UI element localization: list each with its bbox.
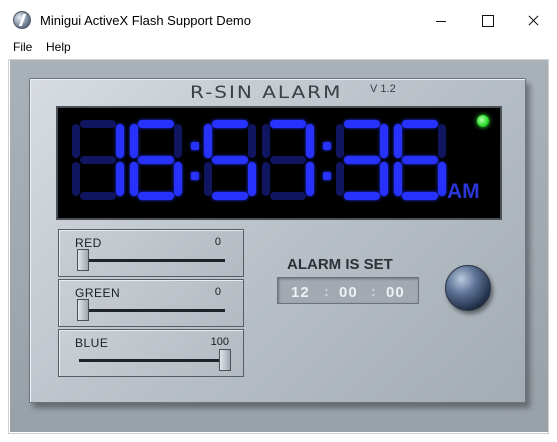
red-label: RED	[75, 236, 102, 250]
menu-file[interactable]: File	[13, 40, 32, 54]
time-colon	[322, 120, 332, 200]
close-button[interactable]	[510, 0, 556, 40]
title-bar: Minigui ActiveX Flash Support Demo	[0, 0, 557, 40]
time-digit	[130, 120, 182, 200]
maximize-button[interactable]	[464, 0, 510, 40]
red-slider-box: RED 0	[58, 229, 244, 277]
alarm-separator: :	[371, 283, 376, 299]
flash-icon	[13, 11, 31, 29]
red-slider-thumb[interactable]	[77, 249, 89, 271]
green-value: 0	[214, 286, 221, 298]
red-value: 0	[214, 236, 221, 248]
ampm-indicator: AM	[447, 180, 480, 203]
alarm-time-display: 12 : 00 : 00	[277, 277, 419, 304]
time-digits	[72, 120, 446, 210]
blue-slider-box: BLUE 100	[58, 329, 244, 377]
alarm-set-knob[interactable]	[445, 265, 491, 311]
time-colon	[190, 120, 200, 200]
green-slider-thumb[interactable]	[77, 299, 89, 321]
blue-slider-thumb[interactable]	[219, 349, 231, 371]
menu-bar: File Help	[0, 38, 557, 58]
time-digit	[394, 120, 446, 200]
status-led	[477, 115, 489, 127]
alarm-minute[interactable]: 00	[339, 284, 358, 301]
brand-title: R-SIN ALARM	[190, 82, 343, 103]
alarm-second[interactable]: 00	[386, 284, 405, 301]
green-label: GREEN	[75, 286, 121, 300]
time-digit	[72, 120, 124, 200]
blue-value: 100	[210, 336, 229, 348]
blue-label: BLUE	[75, 336, 109, 350]
time-digit	[204, 120, 256, 200]
time-digit	[336, 120, 388, 200]
red-slider-track[interactable]	[79, 259, 225, 262]
alarm-separator: :	[324, 283, 329, 299]
menu-help[interactable]: Help	[46, 40, 71, 54]
alarm-status-title: ALARM IS SET	[287, 256, 393, 273]
alarm-hour[interactable]: 12	[291, 284, 310, 301]
blue-slider-track[interactable]	[79, 359, 225, 362]
green-slider-track[interactable]	[79, 309, 225, 312]
window-title: Minigui ActiveX Flash Support Demo	[40, 13, 251, 28]
time-digit	[262, 120, 314, 200]
green-slider-box: GREEN 0	[58, 279, 244, 327]
minimize-button[interactable]	[418, 0, 464, 40]
version-label: V 1.2	[370, 83, 396, 95]
